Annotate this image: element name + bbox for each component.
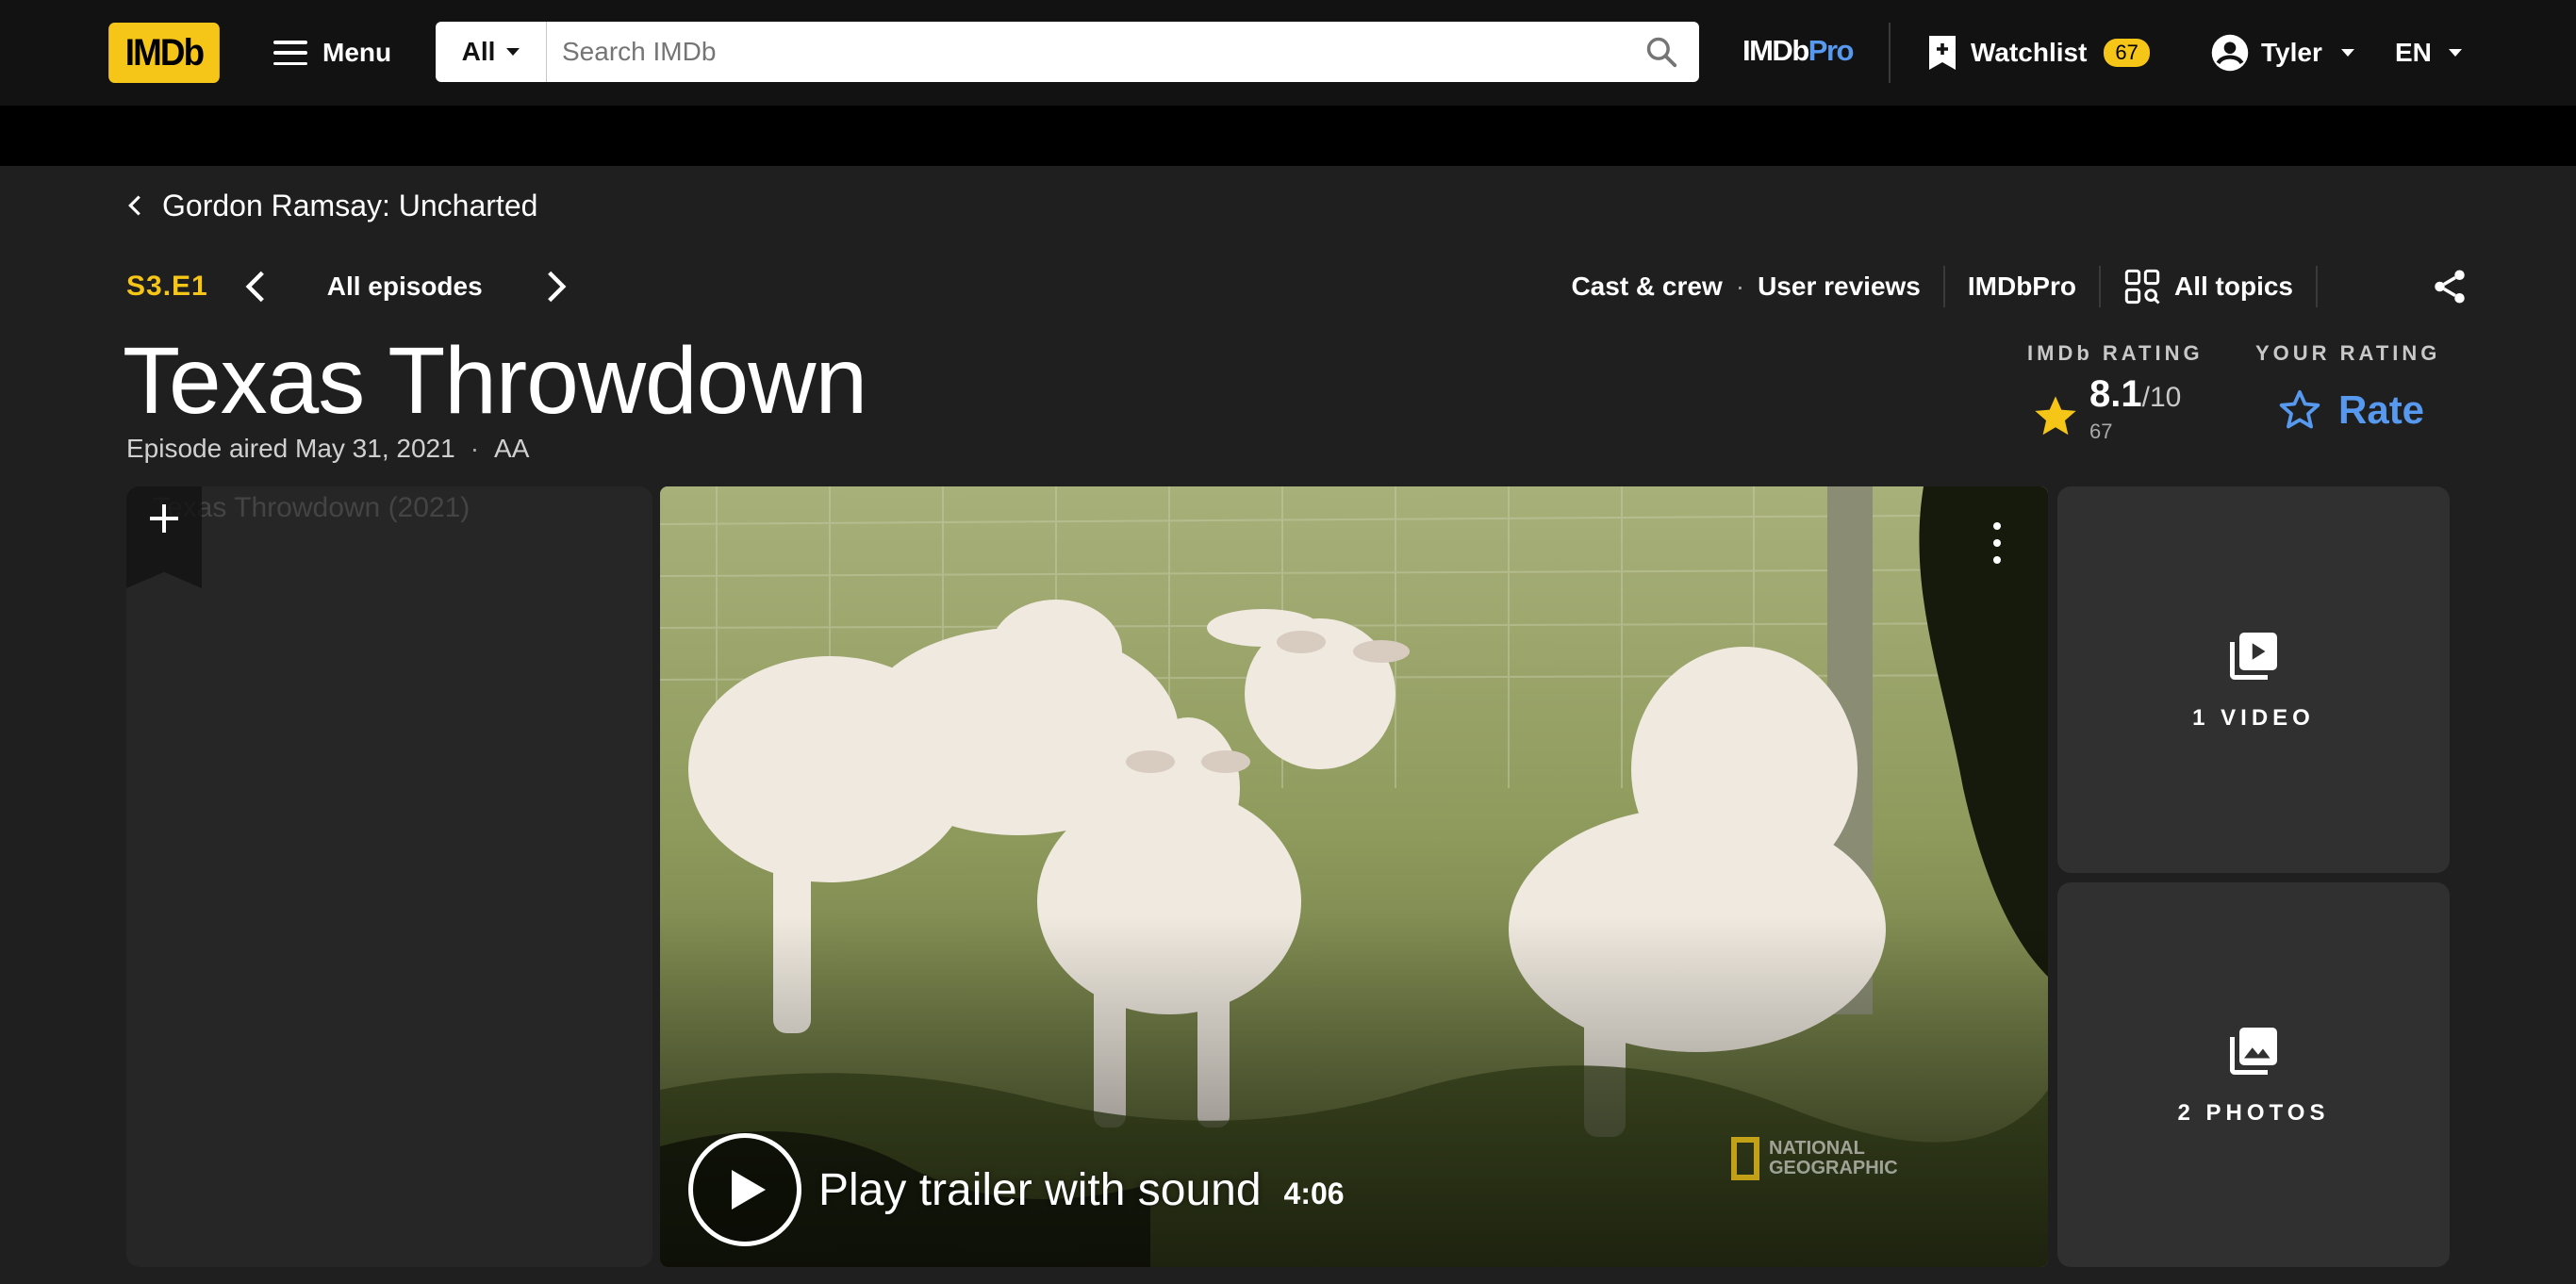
search-category-label: All xyxy=(461,37,496,66)
title-hero: Gordon Ramsay: Uncharted S3.E1 All episo… xyxy=(0,166,2576,1284)
cast-crew-link[interactable]: Cast & crew xyxy=(1571,272,1722,302)
air-date: Episode aired May 31, 2021 xyxy=(126,434,455,463)
video-library-icon xyxy=(2230,633,2277,680)
chevron-down-icon xyxy=(2448,49,2462,57)
play-trailer-label: Play trailer with sound xyxy=(818,1164,1262,1215)
photo-library-icon xyxy=(2230,1028,2277,1075)
trailer-video-player[interactable]: NATIONAL GEOGRAPHIC Play trailer with sou… xyxy=(660,486,2048,1267)
all-episodes-link[interactable]: All episodes xyxy=(327,272,483,302)
natgeo-watermark: NATIONAL GEOGRAPHIC xyxy=(1731,1137,1898,1180)
star-outline-icon xyxy=(2279,389,2320,429)
search-input[interactable] xyxy=(547,22,1624,82)
add-to-watchlist-ribbon[interactable] xyxy=(126,486,202,588)
breadcrumb[interactable]: Gordon Ramsay: Uncharted xyxy=(126,179,537,232)
poster-image[interactable]: Texas Throwdown (2021) xyxy=(126,486,652,1267)
links-divider xyxy=(2098,266,2101,307)
nav-divider xyxy=(1889,23,1891,83)
episode-code: S3.E1 xyxy=(126,271,208,302)
share-button[interactable] xyxy=(2425,262,2474,311)
links-divider xyxy=(2316,266,2318,307)
imdbpro-logo-a: IMDb xyxy=(1742,34,1809,67)
user-menu-button[interactable]: Tyler xyxy=(2210,26,2354,79)
all-topics-label: All topics xyxy=(2173,272,2293,301)
rating-value: 8.1 xyxy=(2089,373,2142,415)
language-selector[interactable]: EN xyxy=(2395,26,2462,79)
star-icon xyxy=(2035,396,2076,436)
watchlist-add-icon xyxy=(1929,36,1956,70)
language-label: EN xyxy=(2395,38,2432,67)
search-icon[interactable] xyxy=(1624,22,1699,82)
watchlist-button[interactable]: Watchlist 67 xyxy=(1929,26,2150,79)
rate-button[interactable]: Rate xyxy=(2276,377,2424,443)
imdbpro-link[interactable]: IMDbPro xyxy=(1742,34,1855,68)
menu-button[interactable]: Menu xyxy=(270,21,402,85)
links-divider xyxy=(1942,266,1945,307)
all-topics-button[interactable]: All topics xyxy=(2123,268,2293,305)
play-trailer-button[interactable]: Play trailer with sound 4:06 xyxy=(688,1133,1345,1246)
videos-tile[interactable]: 1 VIDEO xyxy=(2057,486,2450,873)
more-vert-icon[interactable] xyxy=(1988,522,2006,564)
separator-dot: · xyxy=(1735,272,1745,301)
search-category-dropdown[interactable]: All xyxy=(436,22,547,82)
watermark-line2: GEOGRAPHIC xyxy=(1769,1158,1898,1178)
episode-title: Texas Throwdown xyxy=(123,328,867,434)
series-title-link[interactable]: Gordon Ramsay: Uncharted xyxy=(162,189,537,223)
photos-tile[interactable]: 2 PHOTOS xyxy=(2057,882,2450,1267)
share-icon xyxy=(2435,270,2465,304)
next-episode-button[interactable] xyxy=(528,258,585,315)
natgeo-frame-icon xyxy=(1731,1137,1759,1180)
top-navbar: IMDb Menu All IMDbPro Watchlist 67 Tyler… xyxy=(0,0,2576,106)
watchlist-label: Watchlist xyxy=(1971,38,2088,67)
rating-out-of: /10 xyxy=(2141,382,2182,413)
search-bar: All xyxy=(436,22,1699,82)
episode-navigator: S3.E1 All episodes xyxy=(126,258,585,315)
chevron-right-icon xyxy=(547,271,567,303)
topics-grid-icon xyxy=(2124,269,2160,305)
plus-icon xyxy=(150,504,178,533)
imdb-logo[interactable]: IMDb xyxy=(108,23,220,83)
watchlist-count-badge: 67 xyxy=(2104,39,2150,67)
imdbpro-title-link[interactable]: IMDbPro xyxy=(1968,272,2076,302)
trailer-duration: 4:06 xyxy=(1283,1176,1345,1210)
imdb-rating-button[interactable]: 8.1/10 67 xyxy=(2031,375,2181,444)
rating-vote-count: 67 xyxy=(2089,420,2113,443)
rate-label: Rate xyxy=(2338,387,2425,432)
episode-meta: Episode aired May 31, 2021 · AA xyxy=(126,434,529,464)
account-circle-icon xyxy=(2211,34,2249,72)
menu-label: Menu xyxy=(322,38,392,67)
chevron-left-icon xyxy=(128,195,140,216)
chevron-left-icon xyxy=(245,271,264,303)
imdb-rating-label: IMDb RATING xyxy=(2027,341,2204,365)
videos-count-label: 1 VIDEO xyxy=(2192,705,2315,731)
user-reviews-link[interactable]: User reviews xyxy=(1758,272,1921,302)
hamburger-icon xyxy=(273,41,307,65)
previous-episode-button[interactable] xyxy=(227,258,284,315)
photos-count-label: 2 PHOTOS xyxy=(2177,1100,2330,1126)
watermark-line1: NATIONAL xyxy=(1769,1138,1865,1159)
user-name: Tyler xyxy=(2261,38,2322,67)
play-icon xyxy=(688,1133,801,1246)
your-rating-label: YOUR RATING xyxy=(2255,341,2441,365)
ad-strip xyxy=(0,106,2576,166)
chevron-down-icon xyxy=(2340,49,2354,57)
certificate: AA xyxy=(494,434,530,463)
chevron-down-icon xyxy=(506,48,520,56)
imdbpro-logo-b: Pro xyxy=(1808,34,1855,67)
title-links: Cast & crew · User reviews IMDbPro All t… xyxy=(1571,258,2340,315)
separator-dot: · xyxy=(470,434,480,463)
